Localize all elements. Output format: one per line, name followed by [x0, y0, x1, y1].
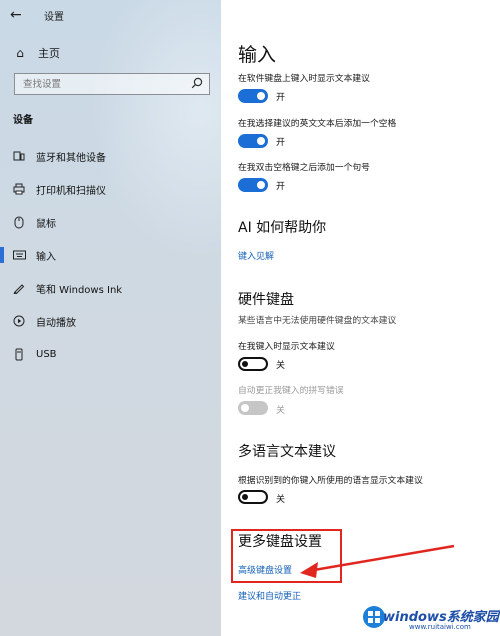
toggle-state: 开 [276, 182, 286, 192]
typing-insights-link[interactable]: 键入见解 [238, 249, 274, 262]
sidebar-item-pen[interactable]: 笔和 Windows Ink [0, 276, 221, 300]
sidebar-item-label: 自动播放 [36, 317, 76, 329]
toggle-state: 关 [276, 406, 286, 416]
autoplay-icon [12, 314, 26, 328]
search-box[interactable] [14, 73, 210, 95]
usb-icon [12, 347, 26, 361]
toggle-state: 关 [276, 495, 286, 505]
toggle-state: 开 [276, 93, 286, 103]
sidebar-item-label: 鼠标 [36, 218, 56, 230]
sidebar-item-label: 蓝牙和其他设备 [36, 152, 106, 164]
section-label-devices: 设备 [13, 115, 33, 126]
setting-label: 在我选择建议的英文文本后添加一个空格 [238, 119, 397, 129]
section-title-multilingual: 多语言文本建议 [238, 444, 336, 460]
app-title: 设置 [44, 12, 64, 23]
page-title: 输入 [238, 44, 277, 66]
home-label: 主页 [38, 47, 60, 60]
suggestions-autocorrect-link[interactable]: 建议和自动更正 [238, 589, 301, 602]
hardware-description: 某些语言中无法使用硬件键盘的文本建议 [238, 316, 397, 326]
setting-label: 在软件键盘上键入时显示文本建议 [238, 74, 370, 84]
add-space-toggle[interactable] [238, 134, 268, 148]
keyboard-icon [12, 248, 26, 262]
toggle-state: 开 [276, 138, 286, 148]
bluetooth-devices-icon [12, 149, 26, 163]
sidebar-item-printers[interactable]: 打印机和扫描仪 [0, 177, 221, 201]
setting-label: 在我双击空格键之后添加一个句号 [238, 163, 370, 173]
hardware-suggestions-toggle[interactable] [238, 357, 268, 371]
sidebar-item-bluetooth[interactable]: 蓝牙和其他设备 [0, 144, 221, 168]
toggle-state: 关 [276, 361, 286, 371]
search-input[interactable] [15, 74, 187, 94]
settings-sidebar: ← 设置 ⌂ 主页 设备 蓝牙和其他设备 打印机和扫描仪 鼠标 [0, 0, 221, 636]
section-title-hardware: 硬件键盘 [238, 292, 294, 308]
watermark-url: www.ruitaiwi.com [409, 623, 471, 631]
home-icon: ⌂ [16, 46, 24, 60]
section-title-ai: AI 如何帮助你 [238, 220, 327, 236]
title-bar: ← 设置 [0, 0, 221, 30]
multilingual-toggle[interactable] [238, 490, 268, 504]
sidebar-item-usb[interactable]: USB [0, 342, 221, 366]
printer-icon [12, 182, 26, 196]
sidebar-item-label: 笔和 Windows Ink [36, 284, 123, 296]
sidebar-item-label: 打印机和扫描仪 [36, 185, 106, 197]
show-suggestions-toggle[interactable] [238, 89, 268, 103]
setting-label: 自动更正我键入的拼写错误 [238, 386, 344, 396]
setting-label: 根据识别到的你键入所使用的语言显示文本建议 [238, 476, 423, 486]
sidebar-item-mouse[interactable]: 鼠标 [0, 210, 221, 234]
back-arrow-icon[interactable]: ← [10, 6, 28, 24]
sidebar-item-label: USB [36, 348, 57, 360]
add-period-toggle[interactable] [238, 178, 268, 192]
search-icon[interactable] [191, 77, 203, 89]
home-nav-item[interactable]: ⌂ 主页 [12, 44, 212, 62]
pen-icon [12, 281, 26, 295]
sidebar-item-label: 输入 [36, 251, 56, 263]
sidebar-item-autoplay[interactable]: 自动播放 [0, 309, 221, 333]
autocorrect-toggle [238, 401, 268, 415]
sidebar-item-typing[interactable]: 输入 [0, 243, 221, 267]
highlight-box [231, 529, 342, 583]
mouse-icon [12, 215, 26, 229]
setting-label: 在我键入时显示文本建议 [238, 342, 335, 352]
